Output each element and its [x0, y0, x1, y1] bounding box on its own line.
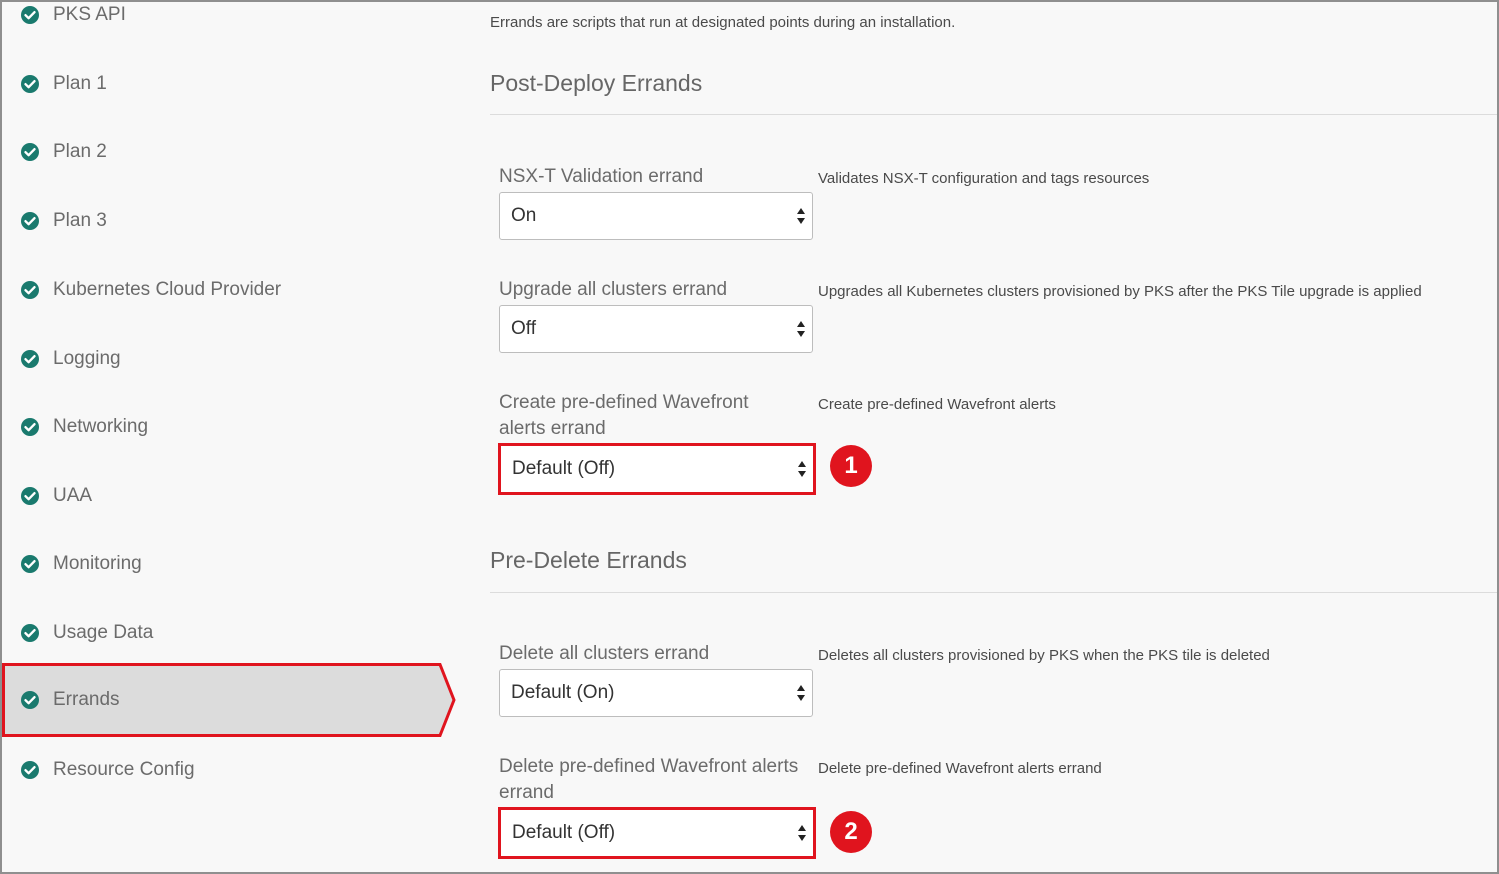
check-circle-icon [21, 418, 39, 436]
sidebar-item-plan-3[interactable]: Plan 3 [2, 201, 452, 241]
section-divider [490, 592, 1497, 593]
select-value: Default (On) [511, 682, 615, 703]
check-circle-icon [21, 624, 39, 642]
errands-form: Errands are scripts that run at designat… [488, 2, 1497, 872]
field-description: Create pre-defined Wavefront alerts [818, 396, 1056, 413]
field-description: Upgrades all Kubernetes clusters provisi… [818, 283, 1422, 300]
field-description: Delete pre-defined Wavefront alerts erra… [818, 760, 1102, 777]
sidebar-item-label: Errands [53, 689, 120, 710]
sidebar-item-plan-2[interactable]: Plan 2 [2, 132, 452, 172]
section-title-post-deploy: Post-Deploy Errands [490, 70, 703, 96]
section-divider [490, 114, 1497, 115]
sidebar-item-errands[interactable]: Errands [2, 663, 458, 737]
select-arrows-icon [797, 321, 805, 337]
sidebar-item-label: Kubernetes Cloud Provider [53, 279, 282, 300]
sidebar-item-label: PKS API [53, 4, 126, 25]
sidebar-item-label: Plan 1 [53, 73, 107, 94]
sidebar-item-pks-api[interactable]: PKS API [2, 2, 452, 35]
sidebar-item-networking[interactable]: Networking [2, 407, 452, 447]
field-label-upgrade-clusters: Upgrade all clusters errand [499, 279, 728, 300]
sidebar-item-label: Logging [53, 348, 121, 369]
check-circle-icon [21, 761, 39, 779]
sidebar-item-label: Plan 3 [53, 210, 107, 231]
sidebar-item-monitoring[interactable]: Monitoring [2, 544, 452, 584]
select-value: Off [511, 318, 536, 339]
upgrade-clusters-select[interactable]: Off [499, 305, 813, 353]
field-description: Validates NSX-T configuration and tags r… [818, 170, 1150, 187]
create-wavefront-alerts-select[interactable]: Default (Off) [498, 443, 816, 495]
window-frame: PKS API Plan 1 Plan 2 Plan 3 Kubernetes … [0, 0, 1499, 874]
check-circle-icon [21, 143, 39, 161]
sidebar-item-label: UAA [53, 485, 93, 506]
check-circle-icon [21, 350, 39, 368]
select-arrows-icon [797, 685, 805, 701]
field-label-delete-wavefront-alerts: Delete pre-defined Wavefront alerts erra… [499, 756, 799, 803]
sidebar-item-kubernetes-cloud-provider[interactable]: Kubernetes Cloud Provider [2, 270, 452, 310]
sidebar-item-plan-1[interactable]: Plan 1 [2, 64, 452, 104]
sidebar-item-label: Plan 2 [53, 141, 107, 162]
field-description: Deletes all clusters provisioned by PKS … [818, 647, 1270, 664]
field-label-nsxt-validation: NSX-T Validation errand [499, 166, 704, 187]
section-title-pre-delete: Pre-Delete Errands [490, 547, 687, 573]
intro-text: Errands are scripts that run at designat… [490, 14, 956, 31]
sidebar-item-label: Usage Data [53, 622, 154, 643]
nsxt-validation-select[interactable]: On [499, 192, 813, 240]
check-circle-icon [21, 281, 39, 299]
sidebar-item-uaa[interactable]: UAA [2, 476, 452, 516]
select-value: Default (Off) [512, 458, 616, 479]
sidebar-item-label: Monitoring [53, 553, 142, 574]
check-circle-icon [21, 212, 39, 230]
callout-badge-2: 2 [830, 811, 872, 853]
sidebar: PKS API Plan 1 Plan 2 Plan 3 Kubernetes … [2, 2, 472, 872]
delete-clusters-select[interactable]: Default (On) [499, 669, 813, 717]
callout-badge-1: 1 [830, 445, 872, 487]
sidebar-item-resource-config[interactable]: Resource Config [2, 750, 452, 790]
select-arrows-icon [798, 461, 806, 477]
check-circle-icon [21, 487, 39, 505]
sidebar-item-label: Networking [53, 416, 149, 437]
select-value: Default (Off) [512, 822, 616, 843]
check-circle-icon [21, 691, 39, 709]
select-value: On [511, 205, 537, 226]
select-arrows-icon [798, 825, 806, 841]
field-label-delete-clusters: Delete all clusters errand [499, 643, 710, 664]
sidebar-item-logging[interactable]: Logging [2, 339, 452, 379]
check-circle-icon [21, 555, 39, 573]
field-label-create-wavefront-alerts: Create pre-defined Wavefront alerts erra… [499, 392, 749, 439]
check-circle-icon [21, 6, 39, 24]
check-circle-icon [21, 75, 39, 93]
delete-wavefront-alerts-select[interactable]: Default (Off) [498, 807, 816, 859]
sidebar-item-label: Resource Config [53, 759, 195, 780]
select-arrows-icon [797, 208, 805, 224]
sidebar-item-usage-data[interactable]: Usage Data [2, 613, 452, 653]
